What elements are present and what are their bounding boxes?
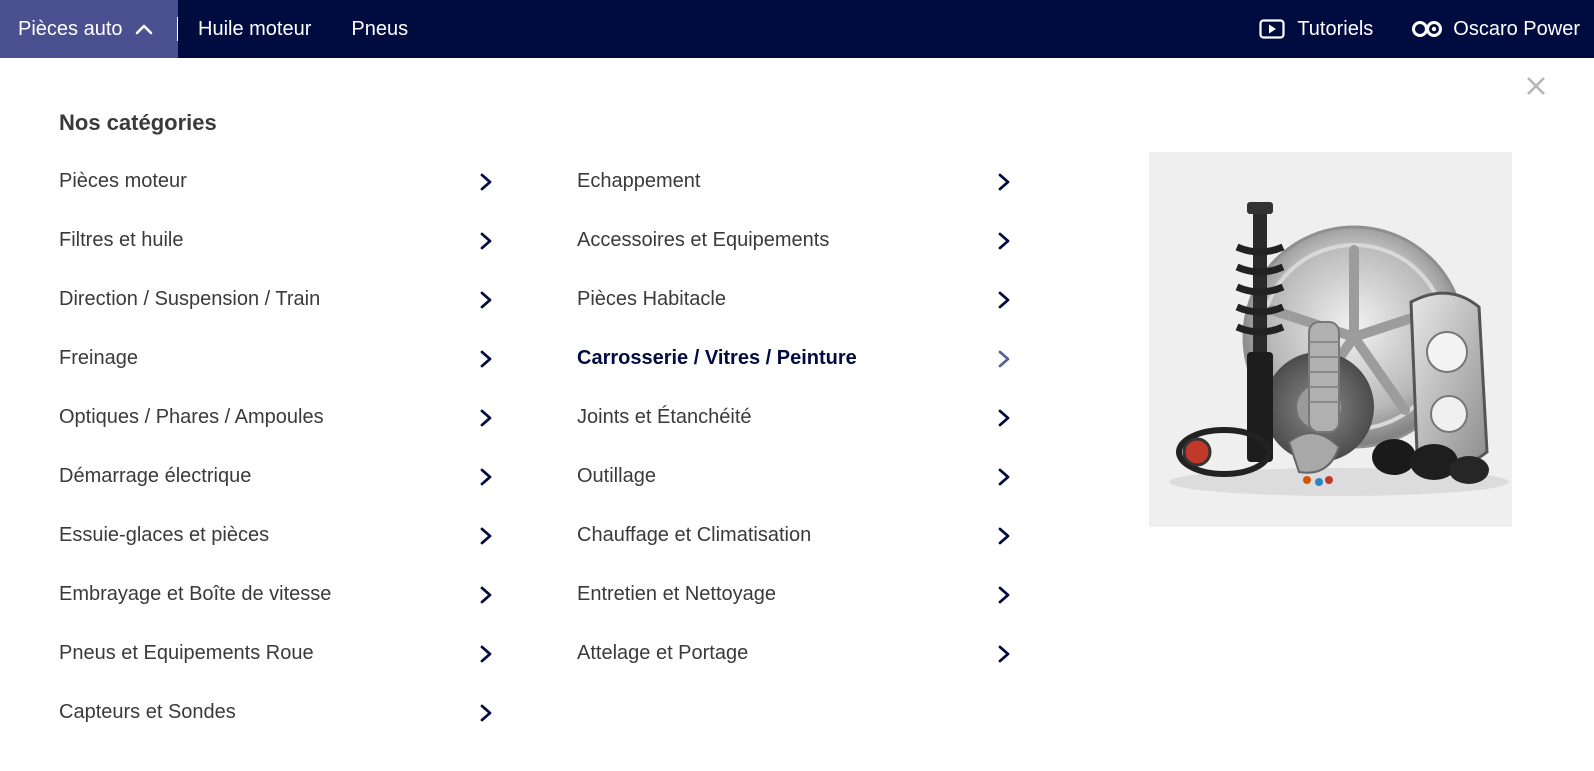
category-label: Embrayage et Boîte de vitesse — [59, 583, 332, 605]
category-label: Démarrage électrique — [59, 465, 252, 487]
auto-parts-illustration — [1169, 202, 1509, 496]
category-label: Essuie-glaces et pièces — [59, 524, 270, 546]
category-item-carrosserie-vitres-peinture[interactable]: Carrosserie / Vitres / Peinture — [577, 329, 1013, 388]
chevron-right-icon — [480, 409, 492, 426]
categories-title: Nos catégories — [59, 110, 217, 135]
chevron-right-icon — [998, 291, 1010, 308]
nav-pieces-auto[interactable]: Pièces auto — [0, 0, 178, 58]
play-video-icon — [1259, 19, 1285, 39]
oscaro-power-icon — [1412, 21, 1443, 37]
category-label: Direction / Suspension / Train — [59, 288, 321, 310]
category-item-accessoires-et-equipements[interactable]: Accessoires et Equipements — [577, 211, 1013, 270]
chevron-right-icon — [998, 586, 1010, 603]
category-item-freinage[interactable]: Freinage — [59, 329, 495, 388]
category-label: Carrosserie / Vitres / Peinture — [577, 347, 857, 369]
oscaro-power-label: Oscaro Power — [1453, 17, 1580, 40]
category-item-embrayage-et-boite-de-vitesse[interactable]: Embrayage et Boîte de vitesse — [59, 565, 495, 624]
category-label: Attelage et Portage — [577, 642, 749, 664]
category-label: Entretien et Nettoyage — [577, 583, 777, 605]
category-label: Pneus et Equipements Roue — [59, 642, 314, 664]
nav-pieces-auto-label: Pièces auto — [18, 17, 123, 40]
category-label: Pièces Habitacle — [577, 288, 726, 310]
category-label: Joints et Étanchéité — [577, 406, 752, 428]
chevron-right-icon — [480, 468, 492, 485]
category-item-entretien-et-nettoyage[interactable]: Entretien et Nettoyage — [577, 565, 1013, 624]
category-column-1: Pièces moteur Filtres et huile Direction /… — [59, 152, 495, 742]
category-column-2: Echappement Accessoires et Equipements Piè… — [577, 152, 1013, 683]
nav-huile-moteur[interactable]: Huile moteur — [198, 18, 311, 41]
chevron-right-icon — [998, 527, 1010, 544]
category-item-pieces-habitacle[interactable]: Pièces Habitacle — [577, 270, 1013, 329]
chevron-right-icon — [998, 409, 1010, 426]
chevron-right-icon — [480, 350, 492, 367]
tutoriels-label: Tutoriels — [1297, 17, 1374, 40]
category-item-pieces-moteur[interactable]: Pièces moteur — [59, 152, 495, 211]
chevron-right-icon — [480, 527, 492, 544]
top-right-links: Tutoriels Oscaro Power — [1259, 0, 1594, 58]
category-item-filtres-et-huile[interactable]: Filtres et huile — [59, 211, 495, 270]
category-item-demarrage-electrique[interactable]: Démarrage électrique — [59, 447, 495, 506]
top-navigation-bar: Pièces auto Huile moteur Pneus Tutoriels… — [0, 0, 1594, 58]
tutoriels-link[interactable]: Tutoriels — [1259, 18, 1373, 41]
oscaro-power-link[interactable]: Oscaro Power — [1411, 18, 1580, 41]
category-label: Echappement — [577, 170, 701, 192]
category-label: Pièces moteur — [59, 170, 187, 192]
chevron-right-icon — [998, 350, 1010, 367]
category-item-outillage[interactable]: Outillage — [577, 447, 1013, 506]
category-label: Capteurs et Sondes — [59, 701, 236, 723]
chevron-right-icon — [480, 645, 492, 662]
category-label: Outillage — [577, 465, 656, 487]
close-icon[interactable] — [1524, 74, 1548, 98]
category-item-optiques-phares-ampoules[interactable]: Optiques / Phares / Ampoules — [59, 388, 495, 447]
category-label: Chauffage et Climatisation — [577, 524, 812, 546]
chevron-up-icon — [135, 24, 152, 35]
chevron-right-icon — [998, 173, 1010, 190]
category-label: Accessoires et Equipements — [577, 229, 830, 251]
category-item-joints-et-etancheite[interactable]: Joints et Étanchéité — [577, 388, 1013, 447]
chevron-right-icon — [480, 291, 492, 308]
category-item-pneus-et-equipements-roue[interactable]: Pneus et Equipements Roue — [59, 624, 495, 683]
category-item-echappement[interactable]: Echappement — [577, 152, 1013, 211]
category-item-chauffage-et-climatisation[interactable]: Chauffage et Climatisation — [577, 506, 1013, 565]
category-item-essuie-glaces-et-pieces[interactable]: Essuie-glaces et pièces — [59, 506, 495, 565]
chevron-right-icon — [480, 173, 492, 190]
category-label: Optiques / Phares / Ampoules — [59, 406, 324, 428]
chevron-right-icon — [480, 704, 492, 721]
chevron-right-icon — [998, 645, 1010, 662]
auto-parts-image — [1149, 152, 1512, 527]
chevron-right-icon — [480, 232, 492, 249]
chevron-right-icon — [998, 232, 1010, 249]
category-item-attelage-et-portage[interactable]: Attelage et Portage — [577, 624, 1013, 683]
category-item-capteurs-et-sondes[interactable]: Capteurs et Sondes — [59, 683, 495, 742]
nav-pneus[interactable]: Pneus — [351, 18, 408, 41]
category-label: Filtres et huile — [59, 229, 184, 251]
nav-divider — [177, 17, 178, 41]
chevron-right-icon — [998, 468, 1010, 485]
category-item-direction-suspension-train[interactable]: Direction / Suspension / Train — [59, 270, 495, 329]
category-label: Freinage — [59, 347, 138, 369]
chevron-right-icon — [480, 586, 492, 603]
